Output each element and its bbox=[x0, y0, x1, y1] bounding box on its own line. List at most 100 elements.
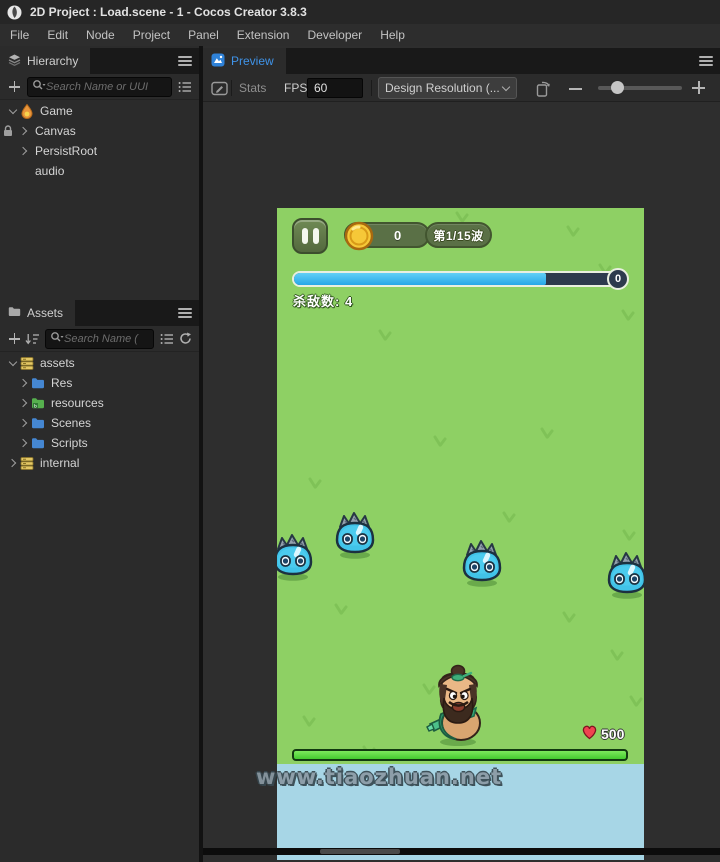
zoom-in-icon[interactable] bbox=[692, 81, 705, 94]
menu-help[interactable]: Help bbox=[371, 28, 414, 42]
stats-toggle[interactable]: Stats bbox=[239, 81, 266, 95]
layers-icon bbox=[8, 54, 21, 69]
filter-icon[interactable] bbox=[176, 78, 194, 96]
tree-item-scripts[interactable]: Scripts bbox=[0, 433, 199, 453]
menu-developer[interactable]: Developer bbox=[298, 28, 371, 42]
bottom-progress-fill bbox=[294, 751, 626, 759]
caret-right-icon[interactable] bbox=[18, 145, 30, 157]
hierarchy-search-box[interactable] bbox=[27, 76, 172, 97]
folder-tab-icon bbox=[8, 306, 21, 320]
menu-node[interactable]: Node bbox=[77, 28, 124, 42]
caret-right-icon[interactable] bbox=[18, 397, 30, 409]
tree-item-internal[interactable]: internal bbox=[0, 453, 199, 473]
assets-tab-strip: Assets bbox=[0, 300, 199, 326]
grass-tuft bbox=[565, 224, 581, 237]
tree-item-audio[interactable]: audio bbox=[0, 161, 199, 181]
hierarchy-search-input[interactable] bbox=[46, 80, 167, 93]
menu-file[interactable]: File bbox=[1, 28, 38, 42]
caret-right-icon[interactable] bbox=[18, 417, 30, 429]
wave-badge: 第1/15波 bbox=[425, 222, 492, 248]
assets-menu-icon[interactable] bbox=[178, 308, 192, 318]
grass-tuft bbox=[501, 510, 517, 523]
hero-character bbox=[424, 664, 492, 748]
menu-extension[interactable]: Extension bbox=[228, 28, 299, 42]
tab-assets[interactable]: Assets bbox=[0, 300, 76, 326]
game-viewport[interactable]: 0 第1/15波 0 杀敌数: 4 500 bbox=[277, 208, 644, 860]
preview-menu-icon[interactable] bbox=[699, 56, 713, 66]
tab-preview[interactable]: Preview bbox=[203, 48, 286, 74]
heart-icon bbox=[581, 724, 598, 743]
caret-down-icon[interactable] bbox=[7, 357, 19, 369]
menu-project[interactable]: Project bbox=[124, 28, 179, 42]
assets-search-box[interactable] bbox=[45, 328, 154, 349]
assets-search-input[interactable] bbox=[64, 332, 149, 345]
window-title: 2D Project : Load.scene - 1 - Cocos Crea… bbox=[30, 5, 307, 19]
search-icon bbox=[50, 330, 64, 348]
caret-right-icon[interactable] bbox=[18, 437, 30, 449]
preview-content: 0 第1/15波 0 杀敌数: 4 500 bbox=[203, 102, 720, 860]
horizontal-scrollbar[interactable] bbox=[203, 848, 720, 855]
tree-item-res[interactable]: Res bbox=[0, 373, 199, 393]
coin-counter: 0 bbox=[344, 221, 430, 251]
wave-progress-fill bbox=[294, 273, 547, 285]
hierarchy-menu-icon[interactable] bbox=[178, 56, 192, 66]
tab-hierarchy[interactable]: Hierarchy bbox=[0, 48, 91, 74]
grass-tuft bbox=[377, 328, 393, 341]
slime-monster-1 bbox=[277, 532, 315, 582]
zoom-out-icon[interactable] bbox=[569, 82, 582, 95]
grass-tuft bbox=[454, 210, 470, 223]
grass-tuft bbox=[609, 648, 625, 661]
grass-tuft bbox=[301, 714, 317, 727]
preview-tab-icon bbox=[211, 53, 225, 70]
rotate-device-icon[interactable] bbox=[534, 79, 552, 97]
filter-icon[interactable] bbox=[158, 330, 176, 348]
tree-item-resources[interactable]: b resources bbox=[0, 393, 199, 413]
menu-bar: File Edit Node Project Panel Extension Develop… bbox=[0, 24, 720, 46]
tree-label: Game bbox=[40, 104, 73, 118]
tab-assets-label: Assets bbox=[27, 306, 64, 320]
fps-input[interactable] bbox=[307, 78, 363, 98]
add-asset-icon[interactable] bbox=[5, 330, 23, 348]
tree-item-game[interactable]: Game bbox=[0, 101, 199, 121]
menu-edit[interactable]: Edit bbox=[38, 28, 77, 42]
caret-down-icon[interactable] bbox=[7, 105, 19, 117]
tree-label: audio bbox=[35, 164, 65, 178]
zoom-slider[interactable] bbox=[598, 81, 682, 94]
debug-edit-icon[interactable] bbox=[210, 79, 228, 97]
database-icon bbox=[19, 356, 35, 370]
watermark-text: www.tiaozhuan.net bbox=[256, 765, 503, 789]
preview-toolbar: Stats FPS Design Resolution (... bbox=[203, 74, 720, 102]
hp-indicator: 500 bbox=[581, 724, 624, 743]
chevron-down-icon bbox=[502, 84, 510, 92]
refresh-icon[interactable] bbox=[176, 330, 194, 348]
database-icon bbox=[19, 456, 35, 470]
tree-item-scenes[interactable]: Scenes bbox=[0, 413, 199, 433]
sort-icon[interactable] bbox=[23, 330, 41, 348]
zoom-slider-knob[interactable] bbox=[611, 81, 624, 94]
menu-panel[interactable]: Panel bbox=[179, 28, 228, 42]
folder-icon bbox=[30, 436, 46, 450]
tree-label: assets bbox=[40, 356, 75, 370]
tree-item-assets[interactable]: assets bbox=[0, 353, 199, 373]
bottom-progress-bar bbox=[292, 749, 628, 761]
pause-button[interactable] bbox=[292, 218, 328, 254]
hp-value: 500 bbox=[601, 725, 625, 742]
slime-monster-2 bbox=[333, 510, 377, 560]
caret-right-icon[interactable] bbox=[7, 457, 19, 469]
wave-progress-cap: 0 bbox=[607, 268, 629, 290]
folder-icon bbox=[30, 416, 46, 430]
game-field: 0 第1/15波 0 杀敌数: 4 500 bbox=[277, 208, 644, 764]
caret-right-icon[interactable] bbox=[18, 377, 30, 389]
scrollbar-thumb[interactable] bbox=[320, 849, 400, 854]
tree-item-canvas[interactable]: Canvas bbox=[0, 121, 199, 141]
design-resolution-dropdown[interactable]: Design Resolution (... bbox=[378, 77, 517, 99]
tree-label: internal bbox=[40, 456, 80, 470]
tree-label: resources bbox=[51, 396, 104, 410]
flame-icon bbox=[19, 103, 35, 119]
tree-item-persistroot[interactable]: PersistRoot bbox=[0, 141, 199, 161]
caret-right-icon[interactable] bbox=[18, 125, 30, 137]
hierarchy-tree: Game Canvas PersistRoot audio bbox=[0, 101, 199, 301]
title-bar: 2D Project : Load.scene - 1 - Cocos Crea… bbox=[0, 0, 720, 24]
add-node-icon[interactable] bbox=[5, 78, 23, 96]
svg-text:b: b bbox=[34, 403, 37, 409]
